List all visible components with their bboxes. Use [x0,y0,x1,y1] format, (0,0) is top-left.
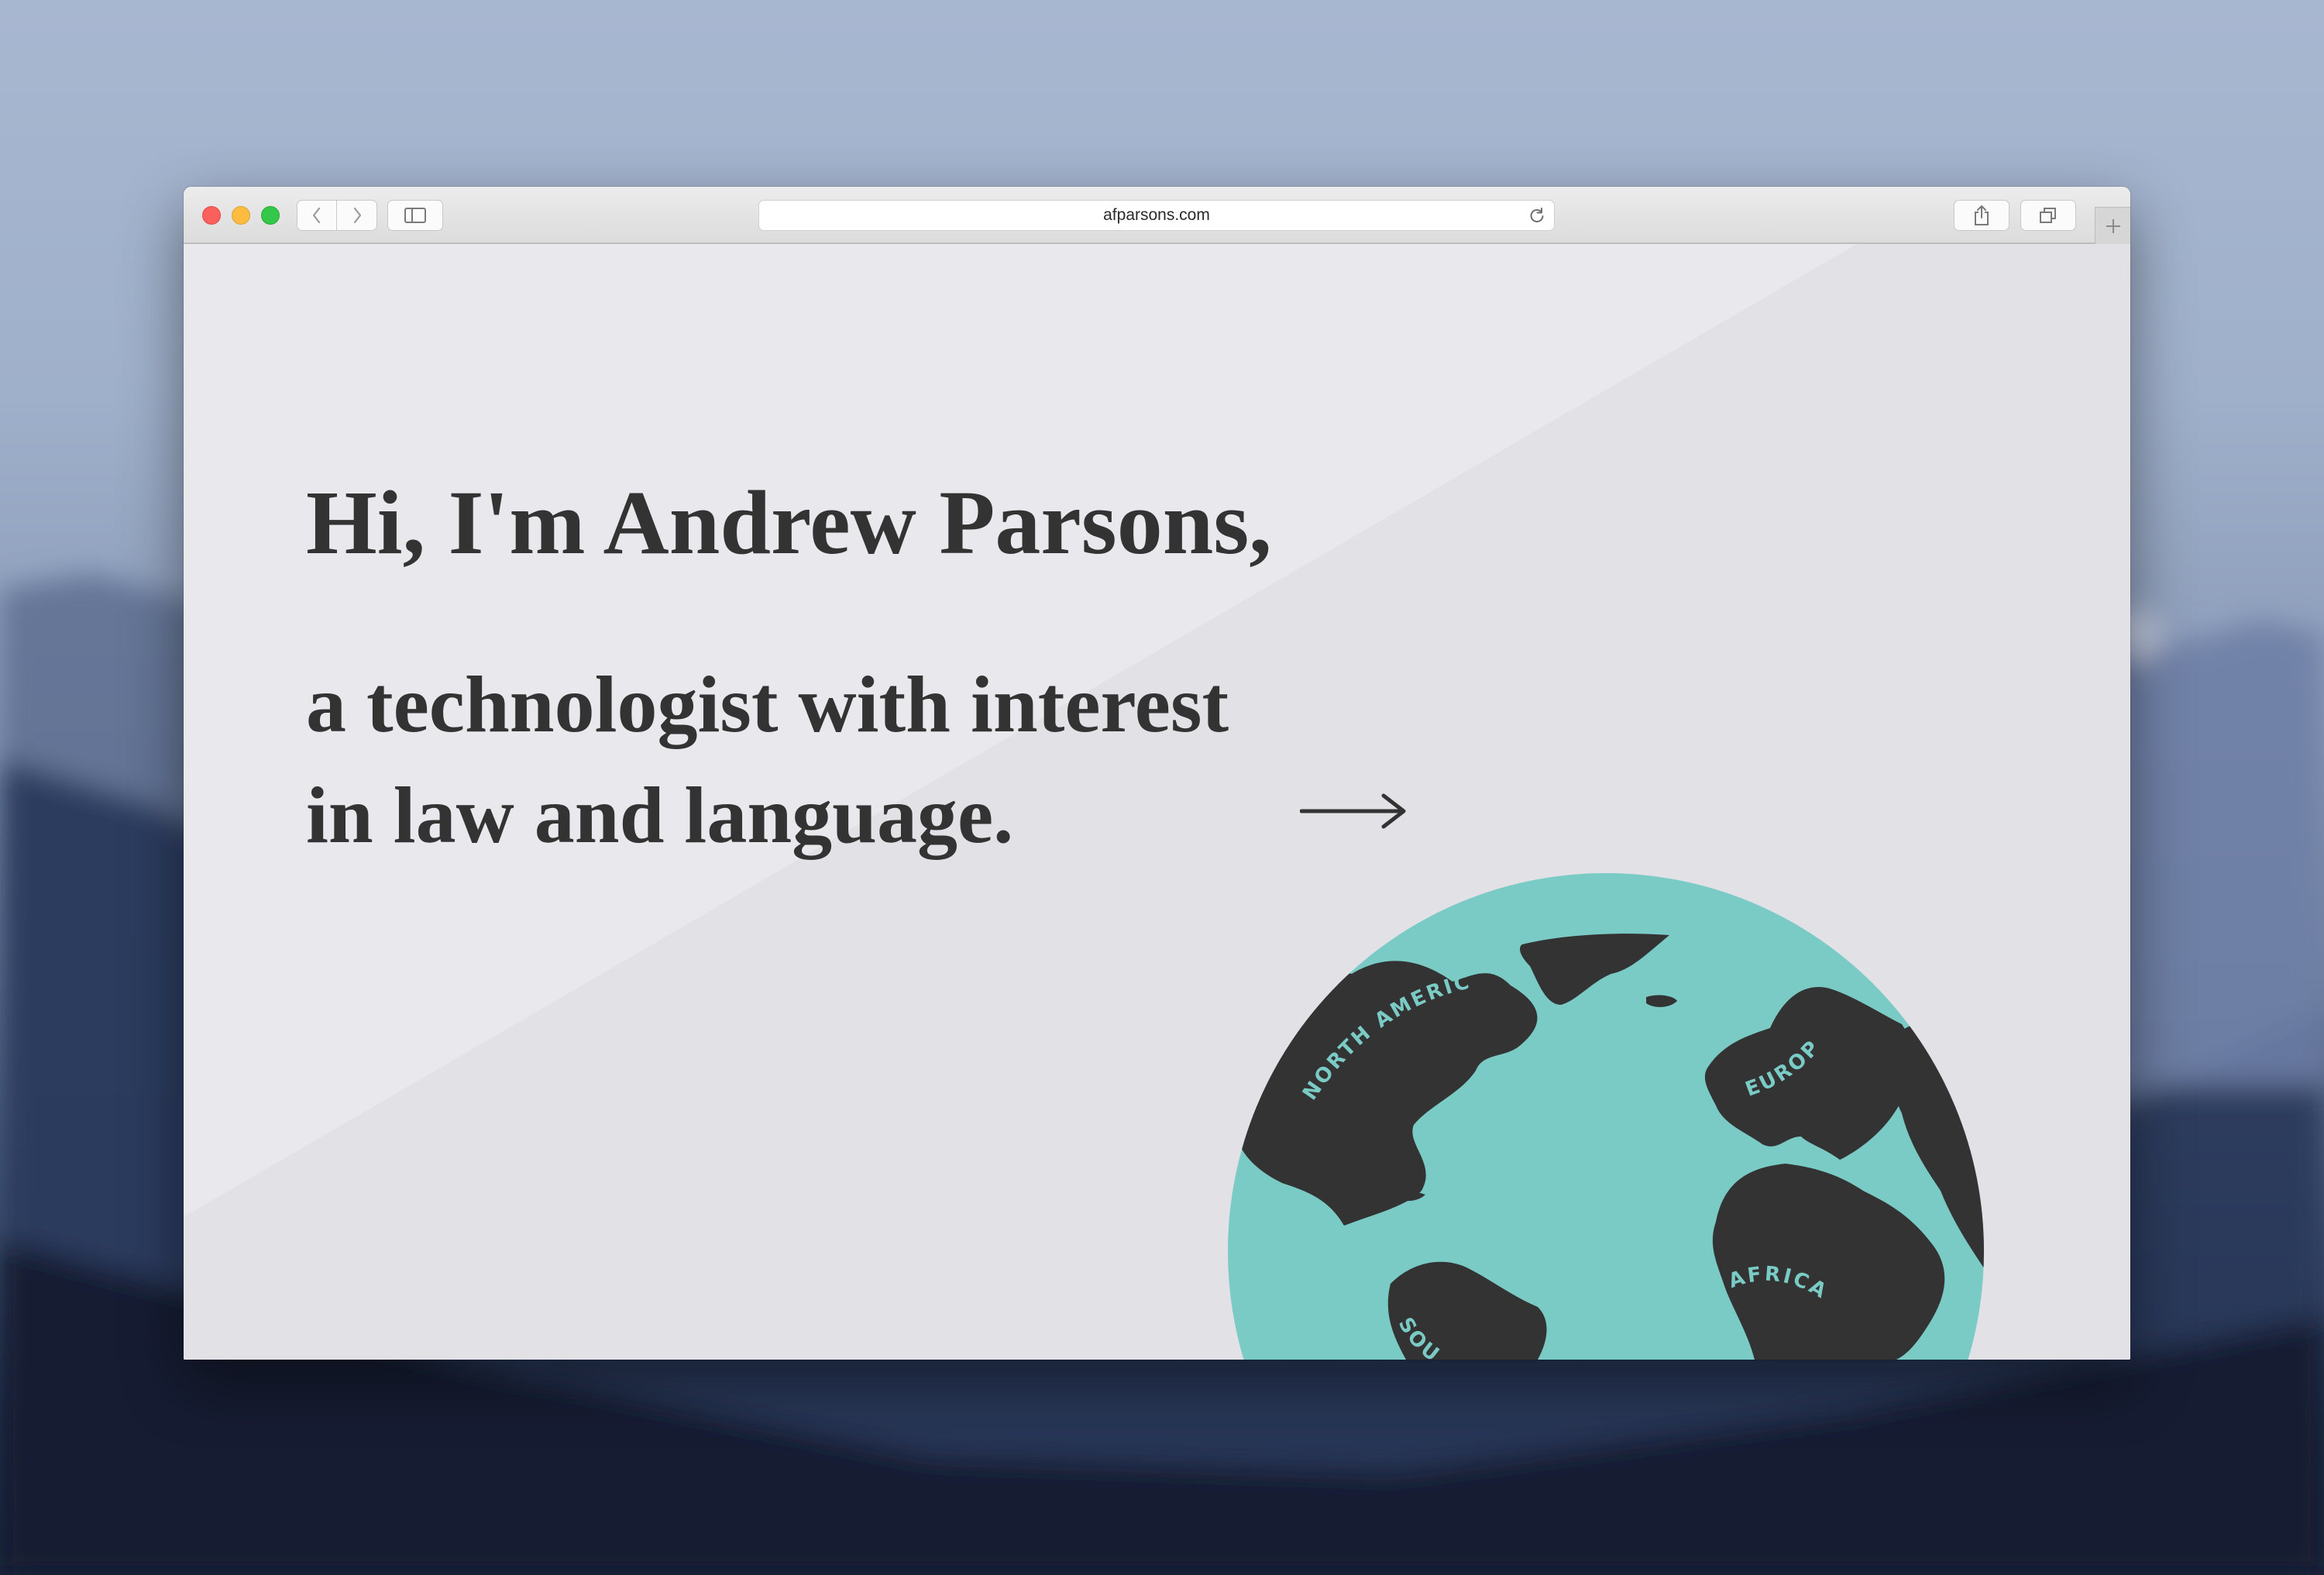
arrow-right-icon[interactable] [1300,789,1408,833]
minimize-window-button[interactable] [232,206,250,225]
address-bar[interactable]: afparsons.com [758,200,1555,231]
tagline-line-1: a technologist with interest [306,660,1229,749]
share-icon [1975,205,1989,225]
plus-icon [2106,218,2120,233]
tagline-in-text: in [306,771,394,860]
browser-window: afparsons.com Hi, I'm Andrew Parsons, a … [184,187,2130,1360]
law-link[interactable]: law [393,769,514,875]
page-content: Hi, I'm Andrew Parsons, a technologist w… [184,244,2130,1360]
new-tab-button[interactable] [2095,207,2130,244]
share-button[interactable] [1954,200,2009,231]
tab-overview-icon [2040,208,2056,223]
navigation-buttons [297,200,377,231]
zoom-window-button[interactable] [261,206,280,225]
reload-icon[interactable] [1528,206,1546,225]
tagline-and-text: and [514,771,685,860]
sidebar-button[interactable] [387,200,443,231]
globe-illustration: NORTH AMERICA EUROPE AFRICA SOUTH [1212,858,1984,1360]
tagline-line-2: in law and language. [306,769,1014,875]
close-window-button[interactable] [202,206,221,225]
url-text: afparsons.com [1103,206,1210,224]
sidebar-icon [404,208,426,223]
page-title: Hi, I'm Andrew Parsons, [306,472,1272,573]
back-button[interactable] [297,200,337,231]
tab-overview-button[interactable] [2020,200,2076,231]
language-link[interactable]: language [684,769,993,875]
browser-toolbar: afparsons.com [184,187,2130,244]
chevron-right-icon [353,207,361,224]
tagline-period: . [993,771,1014,860]
forward-button[interactable] [337,200,377,231]
chevron-left-icon [312,207,321,224]
